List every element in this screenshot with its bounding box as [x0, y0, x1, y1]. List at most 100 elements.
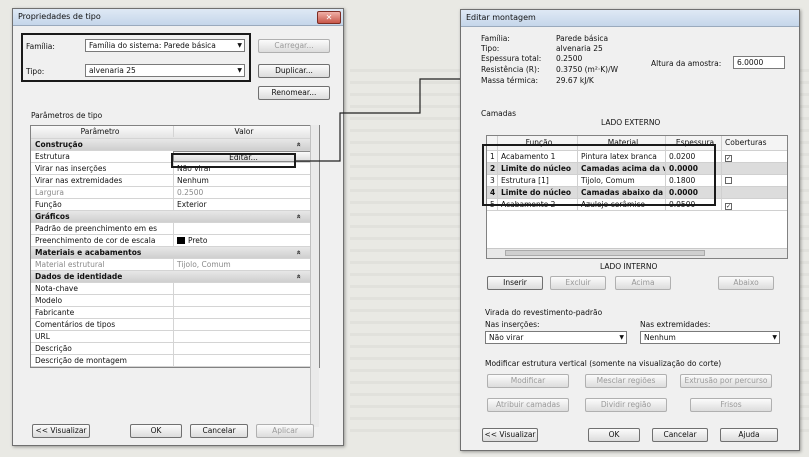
parameter-value: » — [173, 211, 311, 222]
split-region-button[interactable]: Dividir região — [585, 398, 667, 412]
rename-button[interactable]: Renomear... — [258, 86, 330, 100]
wrap-checkbox[interactable] — [725, 177, 732, 184]
load-button[interactable]: Carregar... — [258, 39, 330, 53]
parameter-row[interactable]: Comentários de tipos — [31, 319, 319, 331]
parameter-value — [173, 307, 311, 318]
parameter-value — [173, 319, 311, 330]
group-row[interactable]: Dados de identidade » — [31, 271, 319, 283]
parameter-row[interactable]: Material estrutural Tijolo, Comum — [31, 259, 319, 271]
parameter-name: URL — [35, 332, 50, 341]
chevron-down-icon: ▼ — [619, 334, 624, 341]
merge-regions-button[interactable]: Mesclar regiões — [585, 374, 667, 388]
parameter-row[interactable]: Padrão de preenchimento em es — [31, 223, 319, 235]
at-ends-label: Nas extremidades: — [640, 320, 711, 329]
wrap-checkbox[interactable]: ✓ — [725, 203, 732, 210]
scrollbar[interactable] — [310, 125, 319, 427]
collapse-chevron-icon[interactable]: » — [293, 142, 304, 147]
close-icon[interactable]: ✕ — [317, 11, 341, 24]
collapse-chevron-icon[interactable]: » — [293, 214, 304, 219]
parameter-value: Exterior — [173, 199, 311, 210]
resistance-label: Resistência (R): — [481, 65, 540, 74]
down-button[interactable]: Abaixo — [718, 276, 774, 290]
at-inserts-label: Nas inserções: — [485, 320, 540, 329]
highlight-box-family-type — [21, 33, 251, 82]
parameter-value — [173, 355, 311, 366]
dialog-title: Propriedades de tipo — [13, 9, 343, 26]
apply-button[interactable]: Aplicar — [256, 424, 314, 438]
layer-wrap-cell — [721, 175, 787, 186]
parameter-name: Gráficos — [35, 212, 70, 221]
duplicate-button[interactable]: Duplicar... — [258, 64, 330, 78]
highlight-box-structure-edit — [171, 153, 296, 168]
modify-button[interactable]: Modificar — [487, 374, 569, 388]
parameter-row[interactable]: Descrição de montagem — [31, 355, 319, 367]
scroll-thumb[interactable] — [505, 250, 705, 256]
at-inserts-select[interactable]: Não virar ▼ — [485, 331, 627, 344]
help-button[interactable]: Ajuda — [720, 428, 778, 442]
highlight-box-layers — [482, 144, 716, 206]
mass-value: 29.67 kJ/K — [556, 76, 594, 85]
at-ends-value: Nenhum — [644, 333, 676, 342]
delete-button[interactable]: Excluir — [550, 276, 606, 290]
type-value: alvenaria 25 — [556, 44, 603, 53]
group-row[interactable]: Gráficos » — [31, 211, 319, 223]
assign-layers-button[interactable]: Atribuir camadas — [487, 398, 569, 412]
preview-button[interactable]: << Visualizar — [32, 424, 90, 438]
up-button[interactable]: Acima — [615, 276, 671, 290]
parameter-row[interactable]: Largura 0.2500 — [31, 187, 319, 199]
ok-button[interactable]: OK — [588, 428, 640, 442]
parameter-name: Descrição — [35, 344, 72, 353]
parameter-name: Descrição de montagem — [35, 356, 127, 365]
thickness-label: Espessura total: — [481, 54, 542, 63]
at-ends-select[interactable]: Nenhum ▼ — [640, 331, 780, 344]
parameter-name: Modelo — [35, 296, 63, 305]
parameter-row[interactable]: Virar nas extremidades Nenhum — [31, 175, 319, 187]
preview-button[interactable]: << Visualizar — [482, 428, 538, 442]
ok-button[interactable]: OK — [130, 424, 182, 438]
parameter-row[interactable]: Fabricante — [31, 307, 319, 319]
parameter-value: Tijolo, Comum — [173, 259, 311, 270]
parameter-name: Largura — [35, 188, 64, 197]
parameter-value: » — [173, 247, 311, 258]
layer-wrap-cell — [721, 163, 787, 174]
parameter-row[interactable]: URL — [31, 331, 319, 343]
parameter-row[interactable]: Modelo — [31, 295, 319, 307]
table-header: Parâmetro Valor — [31, 126, 319, 139]
cancel-button[interactable]: Cancelar — [652, 428, 708, 442]
sample-height-input[interactable]: 6.0000 — [733, 56, 785, 69]
group-row[interactable]: Construção » — [31, 139, 319, 151]
dialog-title: Editar montagem — [461, 10, 799, 27]
layer-wrap-cell — [721, 187, 787, 198]
reveals-button[interactable]: Frisos — [690, 398, 772, 412]
parameter-value: Preto — [173, 235, 311, 246]
sample-height-label: Altura da amostra: — [651, 59, 722, 68]
collapse-chevron-icon[interactable]: » — [293, 274, 304, 279]
horizontal-scrollbar[interactable] — [487, 248, 787, 258]
parameter-row[interactable]: Nota-chave — [31, 283, 319, 295]
insert-button[interactable]: Inserir — [487, 276, 543, 290]
wrap-label: Virada do revestimento-padrão — [485, 308, 603, 317]
parameter-value — [173, 283, 311, 294]
parameter-name: Estrutura — [35, 152, 70, 161]
parameter-row[interactable]: Preenchimento de cor de escala Preto — [31, 235, 319, 247]
parameter-name: Dados de identidade — [35, 272, 123, 281]
parameter-row[interactable]: Função Exterior — [31, 199, 319, 211]
parameter-name: Padrão de preenchimento em es — [35, 224, 157, 233]
exterior-side-label: LADO EXTERNO — [601, 118, 661, 127]
parameter-value: Nenhum — [173, 175, 311, 186]
params-label: Parâmetros de tipo — [31, 111, 103, 120]
collapse-chevron-icon[interactable]: » — [293, 250, 304, 255]
parameter-value-text: Preto — [188, 236, 208, 245]
parameter-value: » — [173, 139, 311, 150]
type-label: Tipo: — [481, 44, 500, 53]
group-row[interactable]: Materiais e acabamentos » — [31, 247, 319, 259]
parameter-name: Virar nas extremidades — [35, 176, 123, 185]
wrap-checkbox[interactable]: ✓ — [725, 155, 732, 162]
parameter-row[interactable]: Descrição — [31, 343, 319, 355]
mass-label: Massa térmica: — [481, 76, 539, 85]
parameter-value — [173, 295, 311, 306]
parameter-name: Material estrutural — [35, 260, 105, 269]
family-label: Família: — [481, 34, 510, 43]
sweeps-button[interactable]: Extrusão por percurso — [680, 374, 772, 388]
cancel-button[interactable]: Cancelar — [190, 424, 248, 438]
